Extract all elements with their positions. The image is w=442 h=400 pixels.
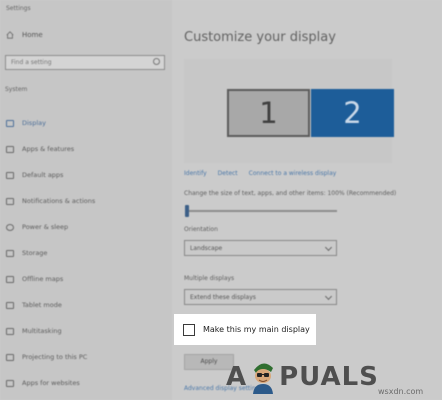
- monitor-2[interactable]: 2: [311, 89, 394, 137]
- tablet-icon: [6, 301, 14, 309]
- orientation-label: Orientation: [184, 226, 218, 233]
- scale-label: Change the size of text, apps, and other…: [184, 190, 397, 197]
- search-input[interactable]: Find a setting: [5, 55, 165, 70]
- window-title: Settings: [6, 5, 31, 12]
- logo-letter-a: A: [226, 362, 248, 392]
- sidebar-home-label: Home: [22, 31, 43, 39]
- sidebar-item-display[interactable]: Display: [6, 110, 171, 136]
- sidebar-item-label: Notifications & actions: [22, 197, 96, 205]
- display-links: Identify Detect Connect to a wireless di…: [184, 170, 336, 177]
- sidebar-item-apps-features[interactable]: Apps & features: [6, 136, 171, 162]
- multitasking-icon: [6, 327, 14, 335]
- home-icon: [6, 31, 14, 39]
- detect-link[interactable]: Detect: [218, 170, 238, 177]
- sidebar-item-notifications[interactable]: Notifications & actions: [6, 188, 171, 214]
- connect-wireless-link[interactable]: Connect to a wireless display: [249, 170, 337, 177]
- storage-icon: [6, 249, 14, 257]
- projecting-icon: [6, 353, 14, 361]
- scale-slider[interactable]: [185, 205, 337, 217]
- sidebar-item-projecting[interactable]: Projecting to this PC: [6, 344, 171, 370]
- map-icon: [6, 275, 14, 283]
- sidebar-item-label: Tablet mode: [22, 301, 62, 309]
- multiple-displays-value: Extend these displays: [190, 294, 256, 301]
- sidebar-item-label: Offline maps: [22, 275, 64, 283]
- sidebar-item-offline-maps[interactable]: Offline maps: [6, 266, 171, 292]
- orientation-select[interactable]: Landscape: [184, 240, 337, 256]
- sidebar-home[interactable]: Home: [6, 31, 43, 39]
- main-display-option[interactable]: Make this my main display: [174, 314, 316, 345]
- mascot-icon: [253, 363, 274, 394]
- appuals-logo: A PUALS: [226, 360, 379, 394]
- sidebar-item-label: Display: [22, 119, 46, 127]
- sidebar-item-label: Default apps: [22, 171, 64, 179]
- multiple-displays-select[interactable]: Extend these displays: [184, 289, 337, 305]
- display-arrangement: 1 2: [184, 59, 394, 163]
- sidebar: Settings Home Find a setting System Disp…: [0, 0, 172, 400]
- default-apps-icon: [6, 171, 14, 179]
- scale-slider-thumb[interactable]: [185, 205, 189, 217]
- orientation-value: Landscape: [190, 245, 223, 252]
- page-title: Customize your display: [184, 30, 336, 45]
- apps-icon: [6, 145, 14, 153]
- sidebar-item-label: Storage: [22, 249, 48, 257]
- multiple-displays-label: Multiple displays: [184, 275, 235, 282]
- chevron-down-icon: [324, 292, 333, 301]
- sidebar-item-storage[interactable]: Storage: [6, 240, 171, 266]
- notifications-icon: [6, 197, 14, 205]
- websites-icon: [6, 379, 14, 387]
- sidebar-item-default-apps[interactable]: Default apps: [6, 162, 171, 188]
- main-display-label: Make this my main display: [203, 325, 310, 334]
- sidebar-item-multitasking[interactable]: Multitasking: [6, 318, 171, 344]
- search-icon: [153, 58, 160, 65]
- sidebar-item-label: Power & sleep: [22, 223, 69, 231]
- power-icon: [6, 223, 14, 231]
- sidebar-item-apps-websites[interactable]: Apps for websites: [6, 370, 171, 396]
- site-watermark: wsxdn.com: [378, 387, 424, 396]
- identify-link[interactable]: Identify: [184, 170, 207, 177]
- monitor-1[interactable]: 1: [227, 89, 310, 137]
- sidebar-item-power-sleep[interactable]: Power & sleep: [6, 214, 171, 240]
- sidebar-item-label: Apps & features: [22, 145, 75, 153]
- sidebar-item-label: Multitasking: [22, 327, 62, 335]
- sidebar-item-label: Projecting to this PC: [22, 353, 88, 361]
- sidebar-item-label: Apps for websites: [22, 379, 80, 387]
- section-label: System: [5, 86, 28, 93]
- sidebar-item-tablet-mode[interactable]: Tablet mode: [6, 292, 171, 318]
- logo-text: PUALS: [279, 362, 379, 392]
- sidebar-nav: Display Apps & features Default apps Not…: [6, 110, 171, 396]
- monitor-icon: [6, 119, 14, 127]
- search-placeholder: Find a setting: [11, 59, 52, 66]
- main-display-checkbox[interactable]: [183, 323, 195, 336]
- chevron-down-icon: [324, 243, 333, 252]
